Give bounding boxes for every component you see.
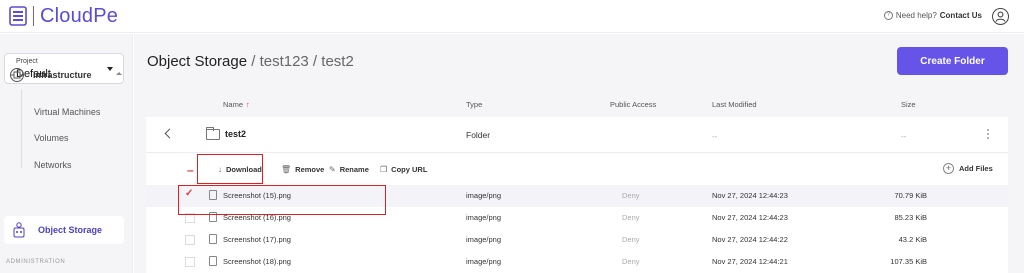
file-size: 107.35 KiB — [890, 257, 927, 266]
copy-icon: ❐ — [380, 165, 388, 174]
pencil-icon: ✎ — [329, 165, 336, 174]
file-type: image/png — [466, 235, 502, 244]
sidebar-item-object-storage[interactable]: Object Storage — [4, 216, 124, 244]
file-public-access: Deny — [622, 213, 640, 222]
file-public-access: Deny — [622, 235, 640, 244]
subnav-line — [21, 90, 22, 168]
logo-divider — [33, 6, 34, 26]
sidebar-item-infrastructure[interactable]: Infrastructure — [9, 66, 127, 84]
download-highlight-box — [197, 154, 263, 184]
create-folder-button[interactable]: Create Folder — [897, 47, 1008, 75]
add-files-button[interactable]: + Add Files — [943, 163, 993, 174]
remove-label: Remove — [295, 165, 325, 174]
trash-icon: 🗑 — [281, 165, 292, 174]
table-row[interactable]: Screenshot (17).png image/png Deny Nov 2… — [146, 229, 1008, 251]
column-header-type: Type — [466, 100, 483, 109]
help-link[interactable]: ? Need help? Contact Us — [883, 11, 982, 20]
file-modified: Nov 27, 2024 12:44:21 — [712, 257, 788, 266]
sidebar-item-networks[interactable]: Networks — [34, 160, 72, 170]
column-header-name-label: Name — [223, 100, 244, 109]
rename-button[interactable]: ✎ Rename — [329, 165, 369, 174]
question-icon: ? — [883, 11, 893, 20]
column-header-last-modified: Last Modified — [712, 100, 757, 109]
folder-name: test2 — [225, 129, 247, 139]
column-header-size: Size — [901, 100, 916, 109]
kebab-menu-icon[interactable] — [987, 129, 989, 141]
help-text: Need help? — [895, 11, 937, 20]
folder-modified: -- — [712, 132, 718, 141]
file-size: 70.79 KiB — [894, 191, 927, 200]
file-type: image/png — [466, 213, 502, 222]
breadcrumb[interactable]: / test123 / test2 — [247, 53, 354, 70]
file-public-access: Deny — [622, 257, 640, 266]
object-storage-icon — [13, 222, 25, 238]
folder-icon — [206, 127, 220, 140]
row-checkbox[interactable] — [185, 235, 195, 245]
column-header-public-access: Public Access — [610, 100, 657, 109]
page-title-text: Object Storage — [147, 53, 248, 70]
back-chevron-icon[interactable] — [164, 128, 175, 139]
selected-file-highlight-box — [178, 185, 386, 215]
file-toolbar: – ↓ Download 🗑 Remove ✎ Rename ❐ Copy URL + A… — [146, 154, 1008, 184]
file-type: image/png — [466, 191, 502, 200]
file-name: Screenshot (18).png — [223, 257, 291, 266]
deselect-all-icon[interactable]: – — [187, 163, 194, 177]
file-size: 43.2 KiB — [898, 235, 927, 244]
rename-label: Rename — [339, 165, 369, 174]
main-content: Object Storage / test123 / test2 Create … — [134, 34, 1024, 273]
page-title: Object Storage / test123 / test2 — [147, 53, 354, 70]
folder-type: Folder — [466, 130, 491, 140]
sidebar-item-virtual-machines[interactable]: Virtual Machines — [34, 107, 100, 117]
sidebar-item-object-storage-label: Object Storage — [38, 225, 103, 235]
file-size: 85.23 KiB — [894, 213, 927, 222]
section-label-administration: ADMINISTRATION — [6, 259, 66, 265]
sidebar-item-volumes[interactable]: Volumes — [34, 133, 69, 143]
top-bar: CloudPe ? Need help? Contact Us — [0, 0, 1024, 33]
contact-us-link[interactable]: Contact Us — [940, 11, 982, 20]
file-modified: Nov 27, 2024 12:44:23 — [712, 191, 788, 200]
file-modified: Nov 27, 2024 12:44:22 — [712, 235, 788, 244]
file-icon — [209, 234, 217, 244]
add-files-label: Add Files — [959, 164, 993, 173]
logo-text: CloudPe — [40, 5, 119, 27]
copy-url-button[interactable]: ❐ Copy URL — [380, 165, 427, 174]
app-root: CloudPe ? Need help? Contact Us Project … — [0, 0, 1024, 273]
folder-size: -- — [901, 132, 907, 141]
sidebar-item-infrastructure-label: Infrastructure — [33, 70, 92, 80]
column-header-name[interactable]: Name ↑ — [223, 100, 250, 109]
remove-button[interactable]: 🗑 Remove — [281, 165, 324, 174]
logo[interactable]: CloudPe — [9, 5, 118, 27]
file-type: image/png — [466, 257, 502, 266]
folder-row[interactable]: test2 Folder -- -- — [146, 117, 1008, 153]
file-icon — [209, 256, 217, 266]
file-name: Screenshot (17).png — [223, 235, 291, 244]
row-checkbox[interactable] — [185, 257, 195, 267]
copy-url-label: Copy URL — [391, 165, 428, 174]
table-row[interactable]: Screenshot (18).png image/png Deny Nov 2… — [146, 251, 1008, 273]
user-avatar-icon[interactable] — [992, 8, 1009, 25]
infrastructure-icon — [10, 68, 24, 82]
chevron-up-icon — [116, 72, 122, 75]
plus-circle-icon: + — [943, 163, 954, 174]
cloudpe-logo-icon — [9, 6, 27, 26]
file-public-access: Deny — [622, 191, 640, 200]
file-modified: Nov 27, 2024 12:44:23 — [712, 213, 788, 222]
sort-arrow-up-icon: ↑ — [246, 100, 250, 109]
project-label: Project — [16, 58, 38, 65]
